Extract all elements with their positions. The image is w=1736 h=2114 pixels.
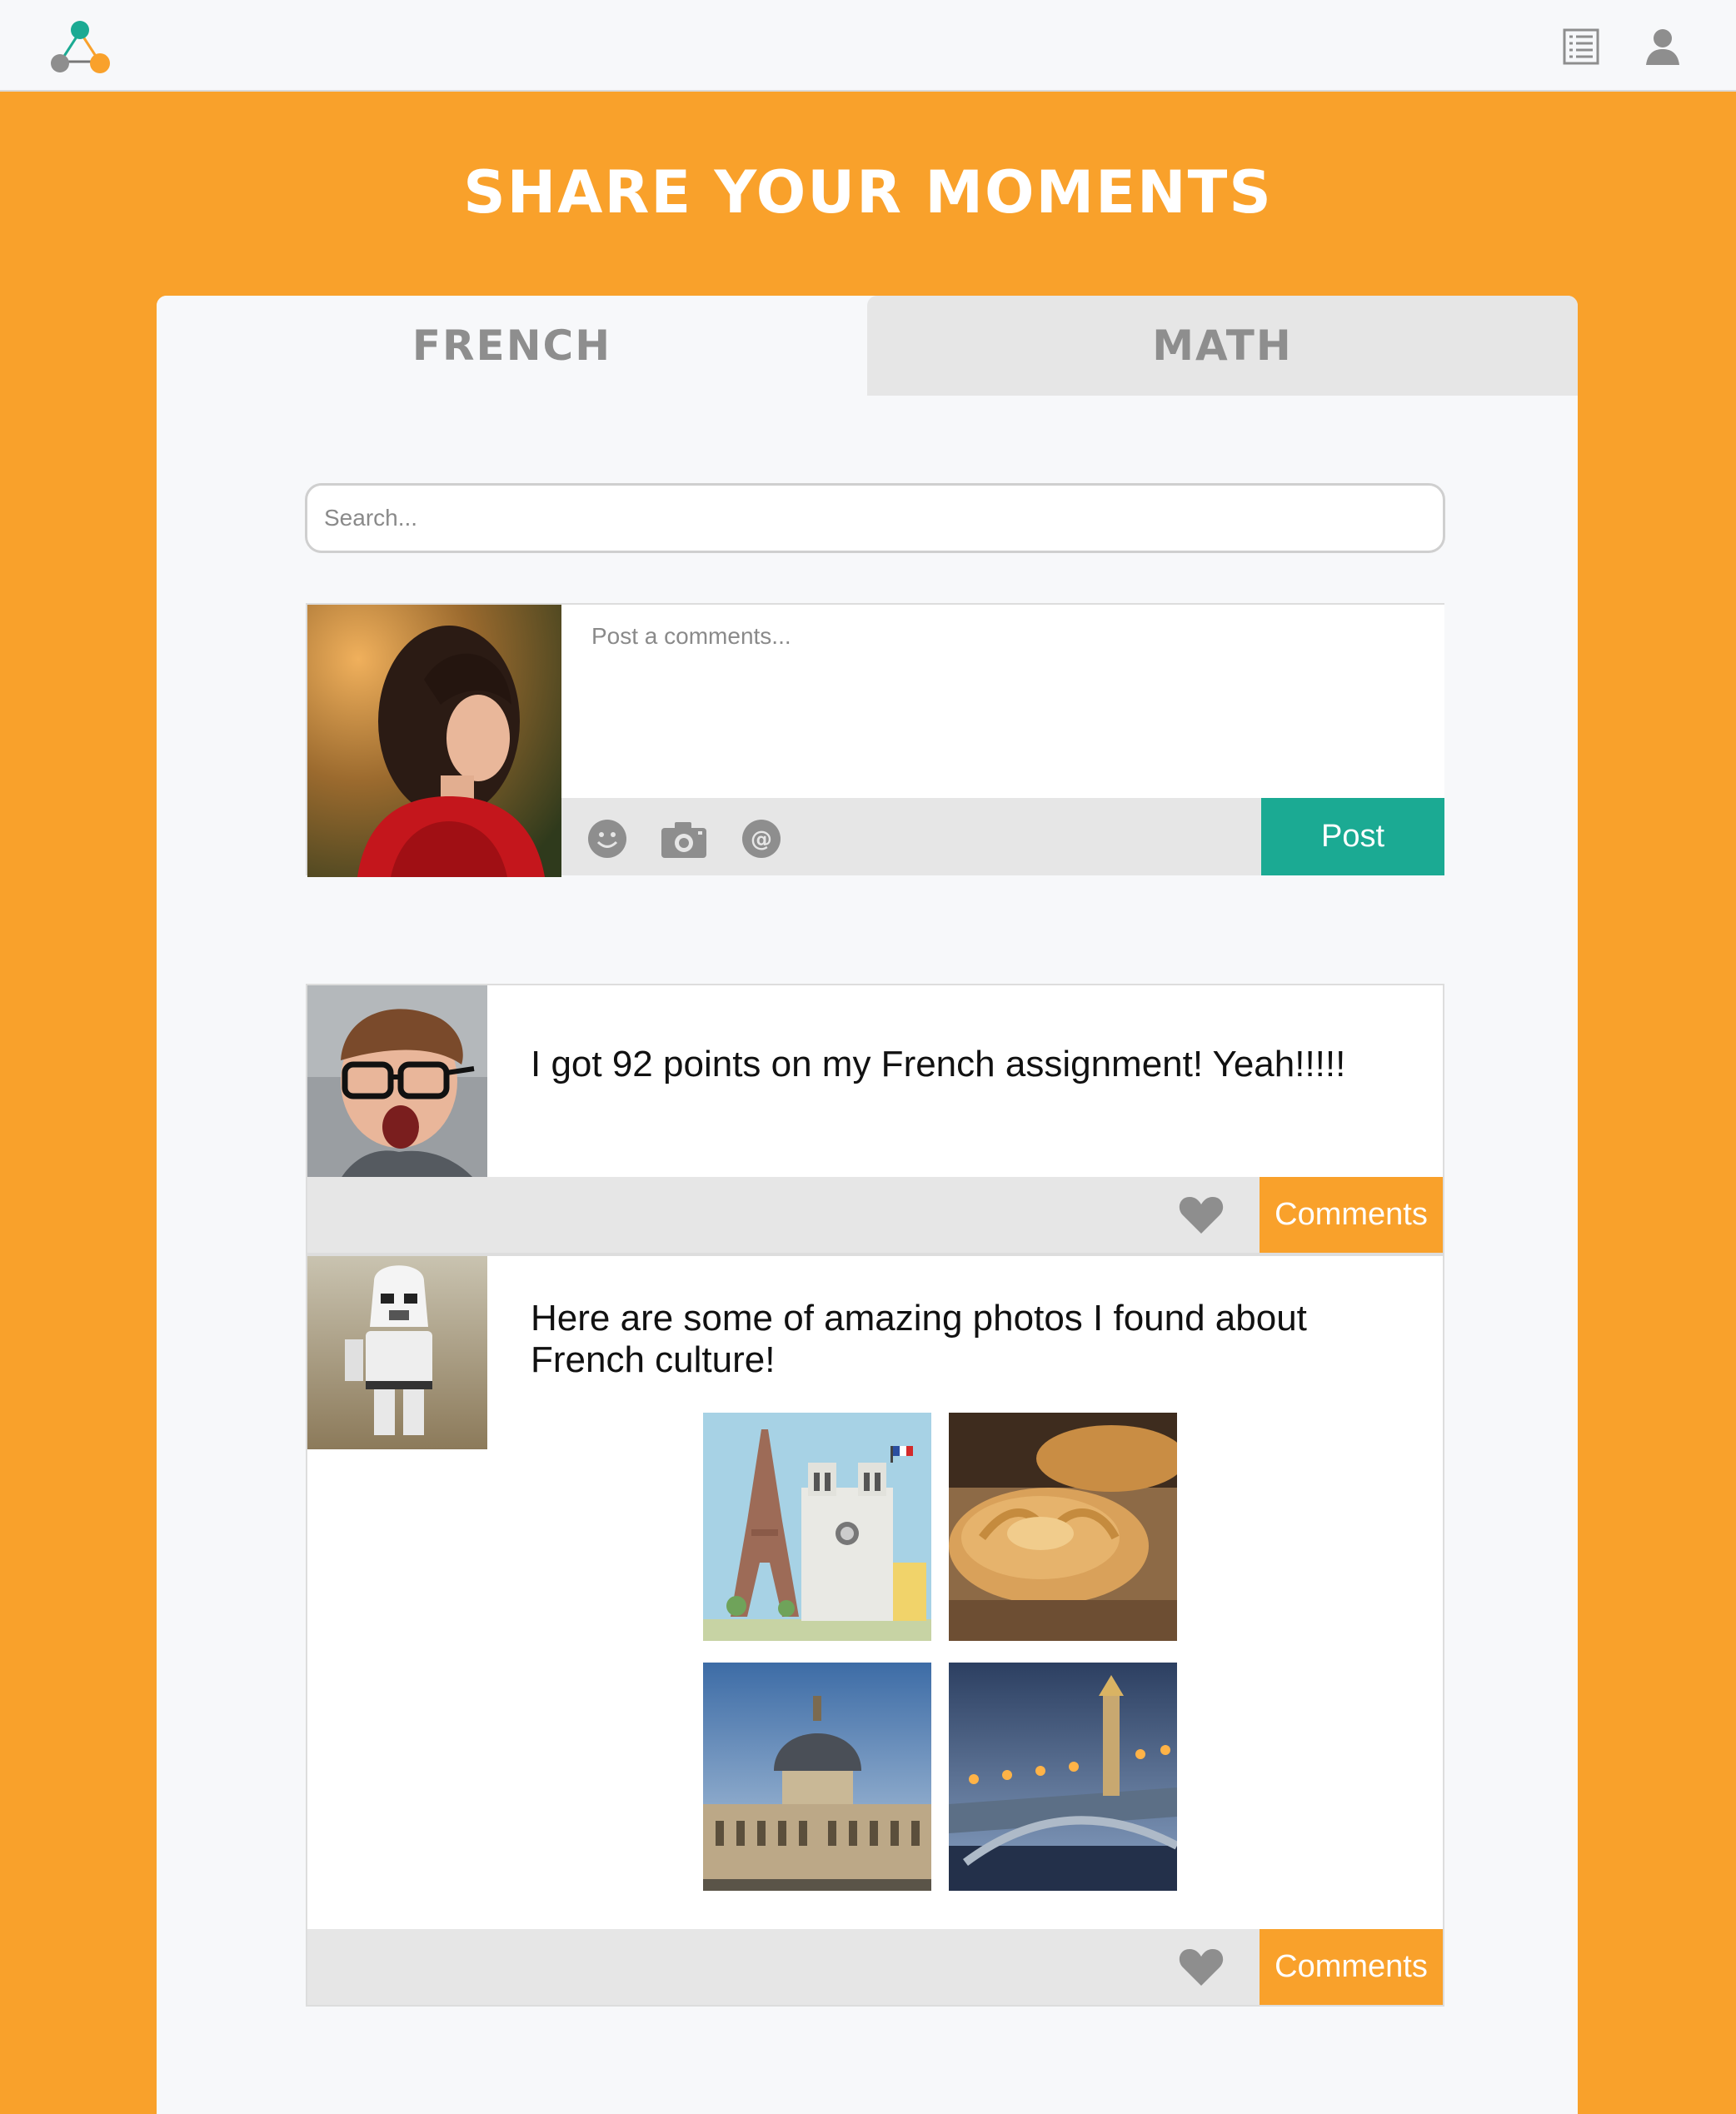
post-composer: @ Post xyxy=(306,603,1444,877)
user-avatar xyxy=(307,985,487,1179)
comment-textarea[interactable] xyxy=(561,605,1444,798)
heart-icon[interactable] xyxy=(1178,1194,1225,1235)
pont-alexandre-iii-photo[interactable] xyxy=(949,1663,1177,1891)
post-text: Here are some of amazing photos I found … xyxy=(531,1298,1307,1380)
post-footer: Comments xyxy=(307,1177,1443,1253)
user-avatar xyxy=(307,1256,487,1449)
smiley-icon[interactable] xyxy=(586,818,628,860)
post-card: Here are some of amazing photos I found … xyxy=(306,1254,1444,2007)
comments-button[interactable]: Comments xyxy=(1260,1177,1443,1253)
camera-icon[interactable] xyxy=(660,818,708,860)
post-text: I got 92 points on my French assignment!… xyxy=(531,1044,1346,1084)
tab-french[interactable]: FRENCH xyxy=(157,296,867,396)
app-logo-icon[interactable] xyxy=(50,20,110,75)
current-user-avatar xyxy=(307,605,561,877)
post-card: I got 92 points on my French assignment!… xyxy=(306,984,1444,1254)
croissants-photo[interactable] xyxy=(949,1413,1177,1641)
comments-button[interactable]: Comments xyxy=(1260,1929,1443,2005)
at-icon[interactable]: @ xyxy=(741,818,782,860)
composer-toolbar: @ Post xyxy=(561,798,1444,875)
svg-text:@: @ xyxy=(751,827,772,852)
search-input[interactable] xyxy=(305,483,1445,553)
eiffel-notre-dame-illustration[interactable] xyxy=(703,1413,931,1641)
heart-icon[interactable] xyxy=(1178,1946,1225,1987)
post-button[interactable]: Post xyxy=(1261,798,1444,875)
institut-de-france-photo[interactable] xyxy=(703,1663,931,1891)
user-icon[interactable] xyxy=(1641,25,1684,68)
list-icon[interactable] xyxy=(1559,25,1603,68)
tab-math[interactable]: MATH xyxy=(867,296,1578,396)
post-footer: Comments xyxy=(307,1929,1443,2005)
top-navigation-bar xyxy=(0,0,1736,92)
page-title: SHARE YOUR MOMENTS xyxy=(463,158,1273,227)
